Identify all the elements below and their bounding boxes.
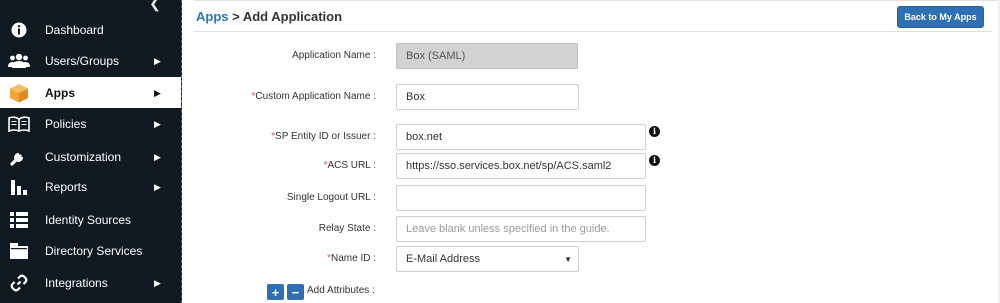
main-content: Apps > Add Application Back to My Apps A…: [182, 0, 1000, 303]
sidebar-item-customization[interactable]: Customization ▶: [0, 141, 181, 172]
single-logout-url-field[interactable]: [396, 185, 646, 211]
sidebar-item-label: Integrations: [45, 275, 108, 290]
chevron-right-icon: ▶: [154, 151, 161, 162]
acs-url-row: *ACS URL : i: [182, 153, 982, 179]
chevron-right-icon: ▶: [154, 277, 161, 288]
sidebar-item-label: Dashboard: [45, 22, 104, 37]
sidebar-item-reports[interactable]: Reports ▶: [0, 171, 181, 202]
name-id-select[interactable]: E-Mail Address: [396, 246, 579, 272]
sidebar-item-identity-sources[interactable]: Identity Sources: [0, 204, 181, 235]
bar-chart-icon: [8, 176, 30, 198]
sidebar-item-label: Reports: [45, 179, 88, 194]
chevron-right-icon: ▶: [154, 55, 161, 66]
top-border: [194, 0, 1000, 1]
acs-url-label: *ACS URL :: [323, 160, 376, 171]
sp-entity-id-field[interactable]: [396, 124, 646, 150]
sidebar-item-label: Directory Services: [45, 243, 143, 258]
sidebar-item-label: Policies: [45, 116, 87, 131]
relay-state-row: Relay State :: [182, 216, 982, 242]
breadcrumb-apps-link[interactable]: Apps: [196, 9, 229, 24]
sidebar: ❮ Dashboard Users/Groups ▶ Apps ▶ Polici…: [0, 0, 182, 303]
custom-application-name-label: *Custom Application Name :: [251, 91, 376, 102]
collapse-sidebar-icon[interactable]: ❮: [146, 0, 164, 10]
relay-state-label: Relay State :: [318, 223, 376, 234]
folder-icon: [8, 240, 30, 262]
sidebar-item-directory-services[interactable]: Directory Services: [0, 235, 181, 266]
chevron-right-icon: ▶: [154, 87, 161, 98]
info-icon[interactable]: i: [649, 155, 660, 166]
sp-entity-id-row: *SP Entity ID or Issuer : i: [182, 124, 982, 150]
breadcrumb-separator: >: [228, 9, 243, 24]
custom-application-name-field[interactable]: [396, 84, 579, 110]
chevron-right-icon: ▶: [154, 181, 161, 192]
sidebar-item-label: Apps: [45, 85, 75, 100]
sidebar-item-label: Users/Groups: [45, 53, 120, 68]
breadcrumb-current: Add Application: [242, 9, 343, 24]
sidebar-item-label: Identity Sources: [45, 212, 132, 227]
users-icon: [8, 50, 30, 72]
back-to-my-apps-button[interactable]: Back to My Apps: [897, 6, 984, 28]
list-icon: [8, 209, 30, 231]
acs-url-field[interactable]: [396, 153, 646, 179]
info-icon[interactable]: i: [649, 126, 660, 137]
custom-application-name-row: *Custom Application Name :: [182, 84, 982, 110]
relay-state-field[interactable]: [396, 216, 646, 242]
sp-entity-id-label: *SP Entity ID or Issuer :: [271, 131, 376, 142]
single-logout-url-row: Single Logout URL :: [182, 185, 982, 211]
sidebar-item-dashboard[interactable]: Dashboard: [0, 14, 181, 45]
sidebar-item-policies[interactable]: Policies ▶: [0, 108, 181, 139]
name-id-row: *Name ID : E-Mail Address ▼: [182, 246, 982, 272]
single-logout-url-label: Single Logout URL :: [286, 192, 376, 203]
sidebar-item-integrations[interactable]: Integrations ▶: [0, 267, 181, 298]
name-id-label: *Name ID :: [327, 253, 376, 264]
book-icon: [8, 113, 30, 135]
add-attribute-button[interactable]: +: [267, 284, 284, 300]
application-name-field: [396, 43, 578, 69]
add-attributes-label: Add Attributes :: [307, 285, 375, 296]
page-title: Apps > Add Application: [196, 9, 342, 24]
application-name-label: Application Name :: [292, 50, 376, 61]
name-id-select-wrap: E-Mail Address ▼: [396, 246, 579, 272]
remove-attribute-button[interactable]: −: [287, 284, 304, 300]
info-circle-icon: [8, 19, 30, 41]
link-icon: [8, 272, 30, 294]
sidebar-item-apps[interactable]: Apps ▶: [0, 77, 181, 108]
header-divider: [194, 31, 992, 32]
sidebar-item-users-groups[interactable]: Users/Groups ▶: [0, 45, 181, 76]
wrench-icon: [8, 146, 30, 168]
application-name-row: Application Name :: [182, 43, 982, 69]
chevron-right-icon: ▶: [154, 118, 161, 129]
sidebar-item-label: Customization: [45, 149, 122, 164]
cube-icon: [8, 82, 30, 104]
